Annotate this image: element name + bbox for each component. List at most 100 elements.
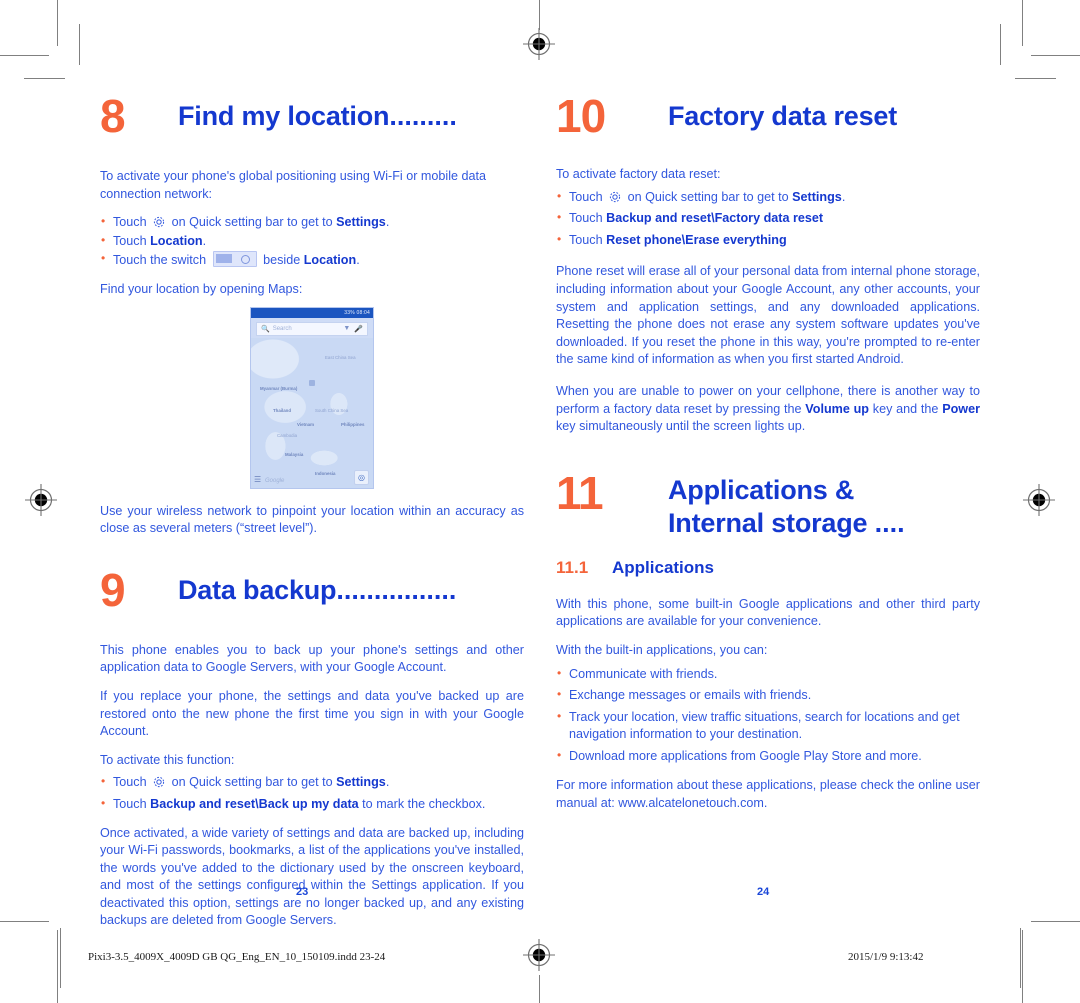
fold-mark-top	[539, 0, 540, 30]
bullet-9-1-bold: Settings	[336, 775, 386, 790]
chapter-11-number: 11	[556, 466, 604, 519]
bullet-10-1-mid: on Quick setting bar to get to	[624, 189, 793, 204]
chapter-8-after-bullets: Find your location by opening Maps:	[100, 281, 303, 296]
chapter-8-closing: Use your wireless network to pinpoint yo…	[100, 503, 524, 536]
gear-icon	[152, 775, 166, 789]
bullet-10-3-bold: Reset phone\Erase everything	[606, 232, 787, 247]
map-label-east-china-sea: East China Sea	[325, 354, 356, 360]
section-11-1-number: 11.1	[556, 557, 589, 577]
bullet-8-3-mid: beside	[259, 253, 304, 268]
crop-mark-tl2-v	[79, 24, 80, 65]
registration-mark-right	[1022, 483, 1056, 517]
bullet-8-1-post: .	[385, 215, 390, 230]
chapter-11-closing: For more information about these applica…	[556, 778, 980, 811]
list-item: Touch Location.	[100, 232, 524, 251]
bullet-8-2-bold: Location	[150, 233, 203, 248]
crop-mark-br-v	[1022, 930, 1023, 1003]
search-input-placeholder: Search	[272, 325, 292, 332]
chapter-10-para-1: Phone reset will erase all of your perso…	[556, 264, 980, 367]
bullet-8-3-bold: Location	[303, 253, 357, 268]
chapter-11-dots: ....	[874, 507, 905, 538]
toggle-off-circle	[240, 255, 250, 265]
bullet-10-2-pre: Touch	[569, 211, 607, 226]
filter-icon[interactable]: ▼	[343, 325, 350, 332]
footer-rule-right	[1020, 928, 1021, 988]
maps-search-bar[interactable]: 🔍 Search ▼ 🎤	[256, 321, 368, 336]
final-para-bold1: Volume up	[805, 401, 869, 416]
printed-page: 8 Find my location......... To activate …	[0, 0, 1080, 1003]
bullet-8-1-bold: Settings	[336, 215, 386, 230]
section-11-1-heading: 11.1 Applications	[556, 558, 980, 578]
chapter-9-closing: Once activated, a wide variety of settin…	[100, 825, 524, 928]
bullet-8-1-mid: on Quick setting bar to get to	[168, 215, 337, 230]
map-label-south-china-sea: South China Sea	[315, 407, 349, 413]
chapter-9-title-text: Data backup	[178, 574, 337, 605]
chapter-8-title-text: Find my location	[178, 101, 390, 131]
crop-mark-tr2-v	[1000, 24, 1001, 65]
final-para-part3: key simultaneously until the screen ligh…	[556, 419, 806, 434]
registration-mark-left	[24, 483, 58, 517]
chapter-9-bullet-list: Touch on Quick setting bar to get to Set…	[100, 773, 524, 814]
map-label-vietnam: Vietnam	[297, 421, 315, 427]
left-column: 8 Find my location......... To activate …	[100, 92, 524, 941]
list-item: Touch Backup and reset\Back up my data t…	[100, 795, 524, 814]
microphone-icon[interactable]: 🎤	[354, 325, 363, 333]
chapter-8-dots: .........	[389, 101, 457, 131]
chapter-10-number: 10	[556, 90, 606, 142]
list-item: Touch Reset phone\Erase everything	[556, 231, 980, 250]
chapter-9-number: 9	[100, 563, 126, 616]
chapter-9-dots: ................	[336, 574, 457, 605]
right-column: 10 Factory data reset To activate factor…	[556, 92, 980, 824]
chapter-8-intro: To activate your phone's global position…	[100, 169, 487, 201]
bullet-9-2-post: to mark the checkbox.	[358, 796, 486, 811]
list-item: Track your location, view traffic situat…	[556, 708, 980, 744]
chapter-8-heading: 8 Find my location.........	[100, 92, 524, 140]
map-label-indonesia: Indonesia	[315, 470, 336, 476]
google-watermark: Google	[265, 477, 285, 484]
final-para-bold2: Power	[942, 401, 980, 416]
list-item: Touch on Quick setting bar to get to Set…	[100, 213, 524, 232]
bullet-8-3-pre: Touch the switch	[113, 253, 210, 268]
footer-rule-left	[60, 928, 61, 988]
chapter-11-para-1: With this phone, some built-in Google ap…	[556, 596, 980, 629]
footer-filename: Pixi3-3.5_4009X_4009D GB QG_Eng_EN_10_15…	[88, 951, 386, 963]
crop-mark-bl-v	[57, 930, 58, 1003]
chapter-11-title-line2: Internal storage ....	[668, 507, 905, 540]
map-label-thailand: Thailand	[273, 407, 292, 413]
crop-mark-tr-v	[1022, 0, 1023, 46]
chapter-11-title: Applications & Internal storage ....	[668, 470, 905, 540]
hamburger-menu-icon[interactable]: ☰	[254, 475, 261, 484]
bullet-10-1-post: .	[841, 189, 846, 204]
phone-screenshot-maps: 33% 08:04 🔍 Search ▼ 🎤 East China Sea My…	[250, 306, 374, 489]
registration-mark-top	[522, 27, 556, 61]
chapter-8-number: 8	[100, 90, 126, 142]
bullet-9-2-bold: Backup and reset\Back up my data	[150, 796, 359, 811]
chapter-11-title-line1: Applications &	[668, 474, 855, 505]
chapter-10-title: Factory data reset	[668, 101, 897, 131]
bullet-9-2-pre: Touch	[113, 796, 151, 811]
section-11-1-title: Applications	[612, 557, 715, 577]
list-item: Touch on Quick setting bar to get to Set…	[556, 188, 980, 207]
map-label-cambodia: Cambodia	[277, 432, 298, 438]
bullet-8-3-post: .	[356, 253, 360, 268]
chapter-9-title: Data backup................	[178, 566, 456, 607]
final-para-part2: key and the	[869, 401, 943, 416]
bullet-10-1-pre: Touch	[569, 189, 607, 204]
chapter-10-heading: 10 Factory data reset	[556, 92, 980, 140]
crop-mark-tl2-h	[24, 78, 65, 79]
bullet-9-1-pre: Touch	[113, 775, 151, 790]
footer-timestamp: 2015/1/9 9:13:42	[848, 951, 924, 963]
list-item: Touch the switch beside Location.	[100, 250, 524, 270]
chapter-9-para-3: To activate this function:	[100, 752, 235, 767]
bullet-10-3-pre: Touch	[569, 232, 607, 247]
map-canvas[interactable]: East China Sea Myanmar (Burma) Thailand …	[251, 337, 373, 488]
registration-mark-bottom	[522, 938, 556, 972]
crop-mark-tr-h	[1031, 55, 1080, 56]
map-marker	[309, 379, 315, 386]
my-location-icon[interactable]: ◎	[354, 469, 369, 485]
chapter-11-para-2: With the built-in applications, you can:	[556, 642, 768, 657]
chapter-9-heading: 9 Data backup................	[100, 566, 524, 614]
toggle-knob	[215, 254, 232, 264]
gear-icon	[608, 190, 622, 204]
chapter-10-intro: To activate factory data reset:	[556, 167, 721, 181]
